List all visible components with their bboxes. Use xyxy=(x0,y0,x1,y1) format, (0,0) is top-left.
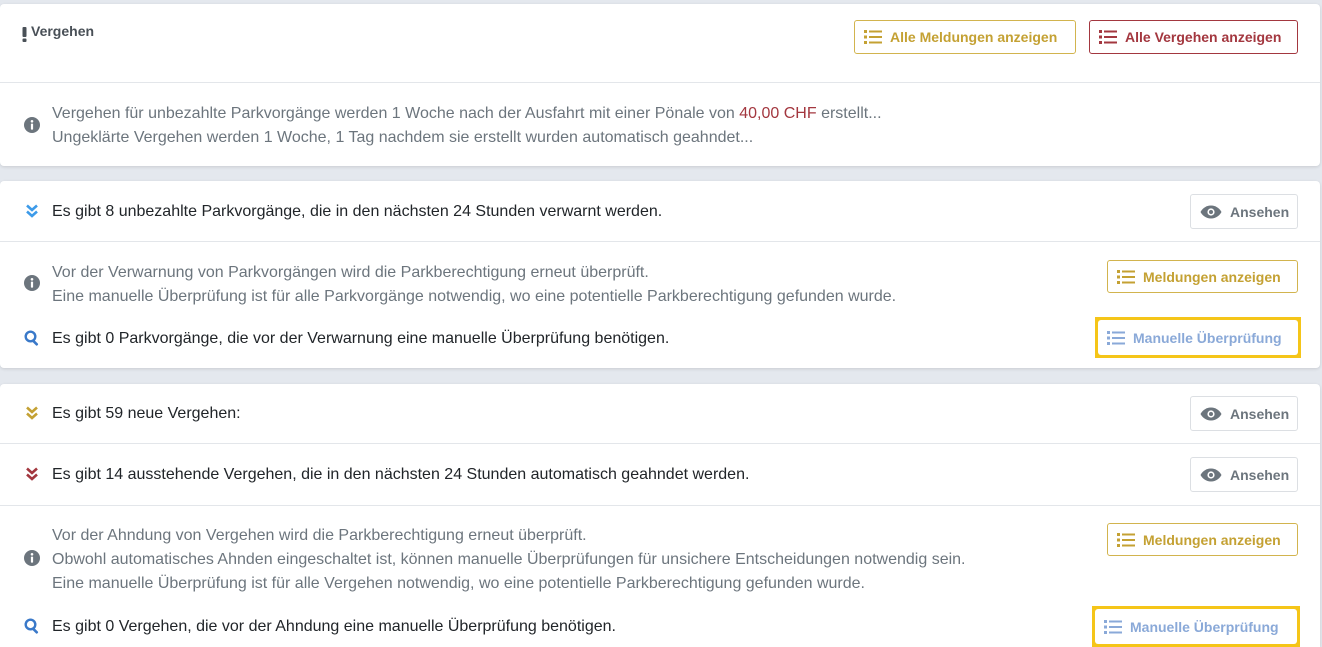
all-messages-button[interactable]: Alle Meldungen anzeigen xyxy=(854,20,1076,54)
info-text: Vergehen für unbezahlte Parkvorgänge wer… xyxy=(52,105,740,122)
manual-review-label: Manuelle Überprüfung xyxy=(1130,618,1279,635)
search-icon xyxy=(24,618,40,634)
eye-icon xyxy=(1200,205,1222,219)
pending-offenses-text: Es gibt 14 ausstehende Vergehen, die in … xyxy=(52,466,750,483)
card-header: Vergehen Alle Meldungen anzeigen Alle Ve… xyxy=(0,4,1320,82)
unpaid-sessions-text: Es gibt 8 unbezahlte Parkvorgänge, die i… xyxy=(52,203,663,220)
offenses-card: Es gibt 59 neue Vergehen: Ansehen Es gib… xyxy=(0,384,1320,647)
info-line-penalty: Vergehen für unbezahlte Parkvorgänge wer… xyxy=(52,102,882,126)
messages-button[interactable]: Meldungen anzeigen xyxy=(1107,523,1298,556)
section-title: Vergehen xyxy=(31,23,95,39)
list-icon xyxy=(864,29,882,45)
search-icon xyxy=(24,330,40,346)
view-button[interactable]: Ansehen xyxy=(1190,194,1298,229)
info-line-manual: Eine manuelle Überprüfung ist für alle P… xyxy=(52,288,897,305)
info-icon xyxy=(24,117,40,133)
penalty-amount: 40,00 CHF xyxy=(739,105,817,122)
all-offenses-label: Alle Vergehen anzeigen xyxy=(1125,29,1282,45)
manual-review-text: Es gibt 0 Parkvorgänge, die vor der Verw… xyxy=(52,330,670,347)
new-offenses-text: Es gibt 59 neue Vergehen: xyxy=(52,405,241,422)
info-text-suffix: erstellt... xyxy=(816,105,882,122)
unpaid-sessions-card: Es gibt 8 unbezahlte Parkvorgänge, die i… xyxy=(0,181,1320,368)
manual-review-button[interactable]: Manuelle Überprüfung xyxy=(1095,609,1297,644)
chevron-double-down-icon xyxy=(26,204,38,218)
list-icon xyxy=(1117,532,1135,548)
list-icon xyxy=(1104,619,1122,635)
view-pending-button[interactable]: Ansehen xyxy=(1190,457,1298,492)
info-line-recheck: Vor der Verwarnung von Parkvorgängen wir… xyxy=(52,264,649,281)
all-messages-label: Alle Meldungen anzeigen xyxy=(890,29,1058,45)
offenses-overview-card: Vergehen Alle Meldungen anzeigen Alle Ve… xyxy=(0,4,1320,166)
exclamation-icon xyxy=(21,26,27,42)
chevron-double-down-icon xyxy=(26,406,38,420)
list-icon xyxy=(1117,269,1135,285)
messages-label: Meldungen anzeigen xyxy=(1143,268,1281,285)
info-line-auto-punish: Ungeklärte Vergehen werden 1 Woche, 1 Ta… xyxy=(52,129,754,146)
eye-icon xyxy=(1200,407,1222,421)
info-line-manual: Eine manuelle Überprüfung ist für alle V… xyxy=(52,575,865,592)
manual-review-label: Manuelle Überprüfung xyxy=(1133,329,1282,346)
info-icon xyxy=(24,275,40,291)
manual-review-button[interactable]: Manuelle Überprüfung xyxy=(1098,320,1298,355)
manual-review-text: Es gibt 0 Vergehen, die vor der Ahndung … xyxy=(52,618,616,635)
info-icon xyxy=(24,550,40,566)
view-new-button[interactable]: Ansehen xyxy=(1190,396,1298,431)
messages-label: Meldungen anzeigen xyxy=(1143,531,1281,548)
messages-button[interactable]: Meldungen anzeigen xyxy=(1107,260,1298,293)
list-icon xyxy=(1107,330,1125,346)
view-label: Ansehen xyxy=(1230,466,1290,483)
view-label: Ansehen xyxy=(1230,203,1290,220)
info-line-auto-punish: Obwohl automatisches Ahnden eingeschalte… xyxy=(52,551,966,568)
eye-icon xyxy=(1200,468,1222,482)
list-icon xyxy=(1099,29,1117,45)
info-line-recheck: Vor der Ahndung von Vergehen wird die Pa… xyxy=(52,527,587,544)
view-label: Ansehen xyxy=(1230,405,1290,422)
chevron-double-down-icon xyxy=(26,467,38,481)
all-offenses-button[interactable]: Alle Vergehen anzeigen xyxy=(1089,20,1298,54)
